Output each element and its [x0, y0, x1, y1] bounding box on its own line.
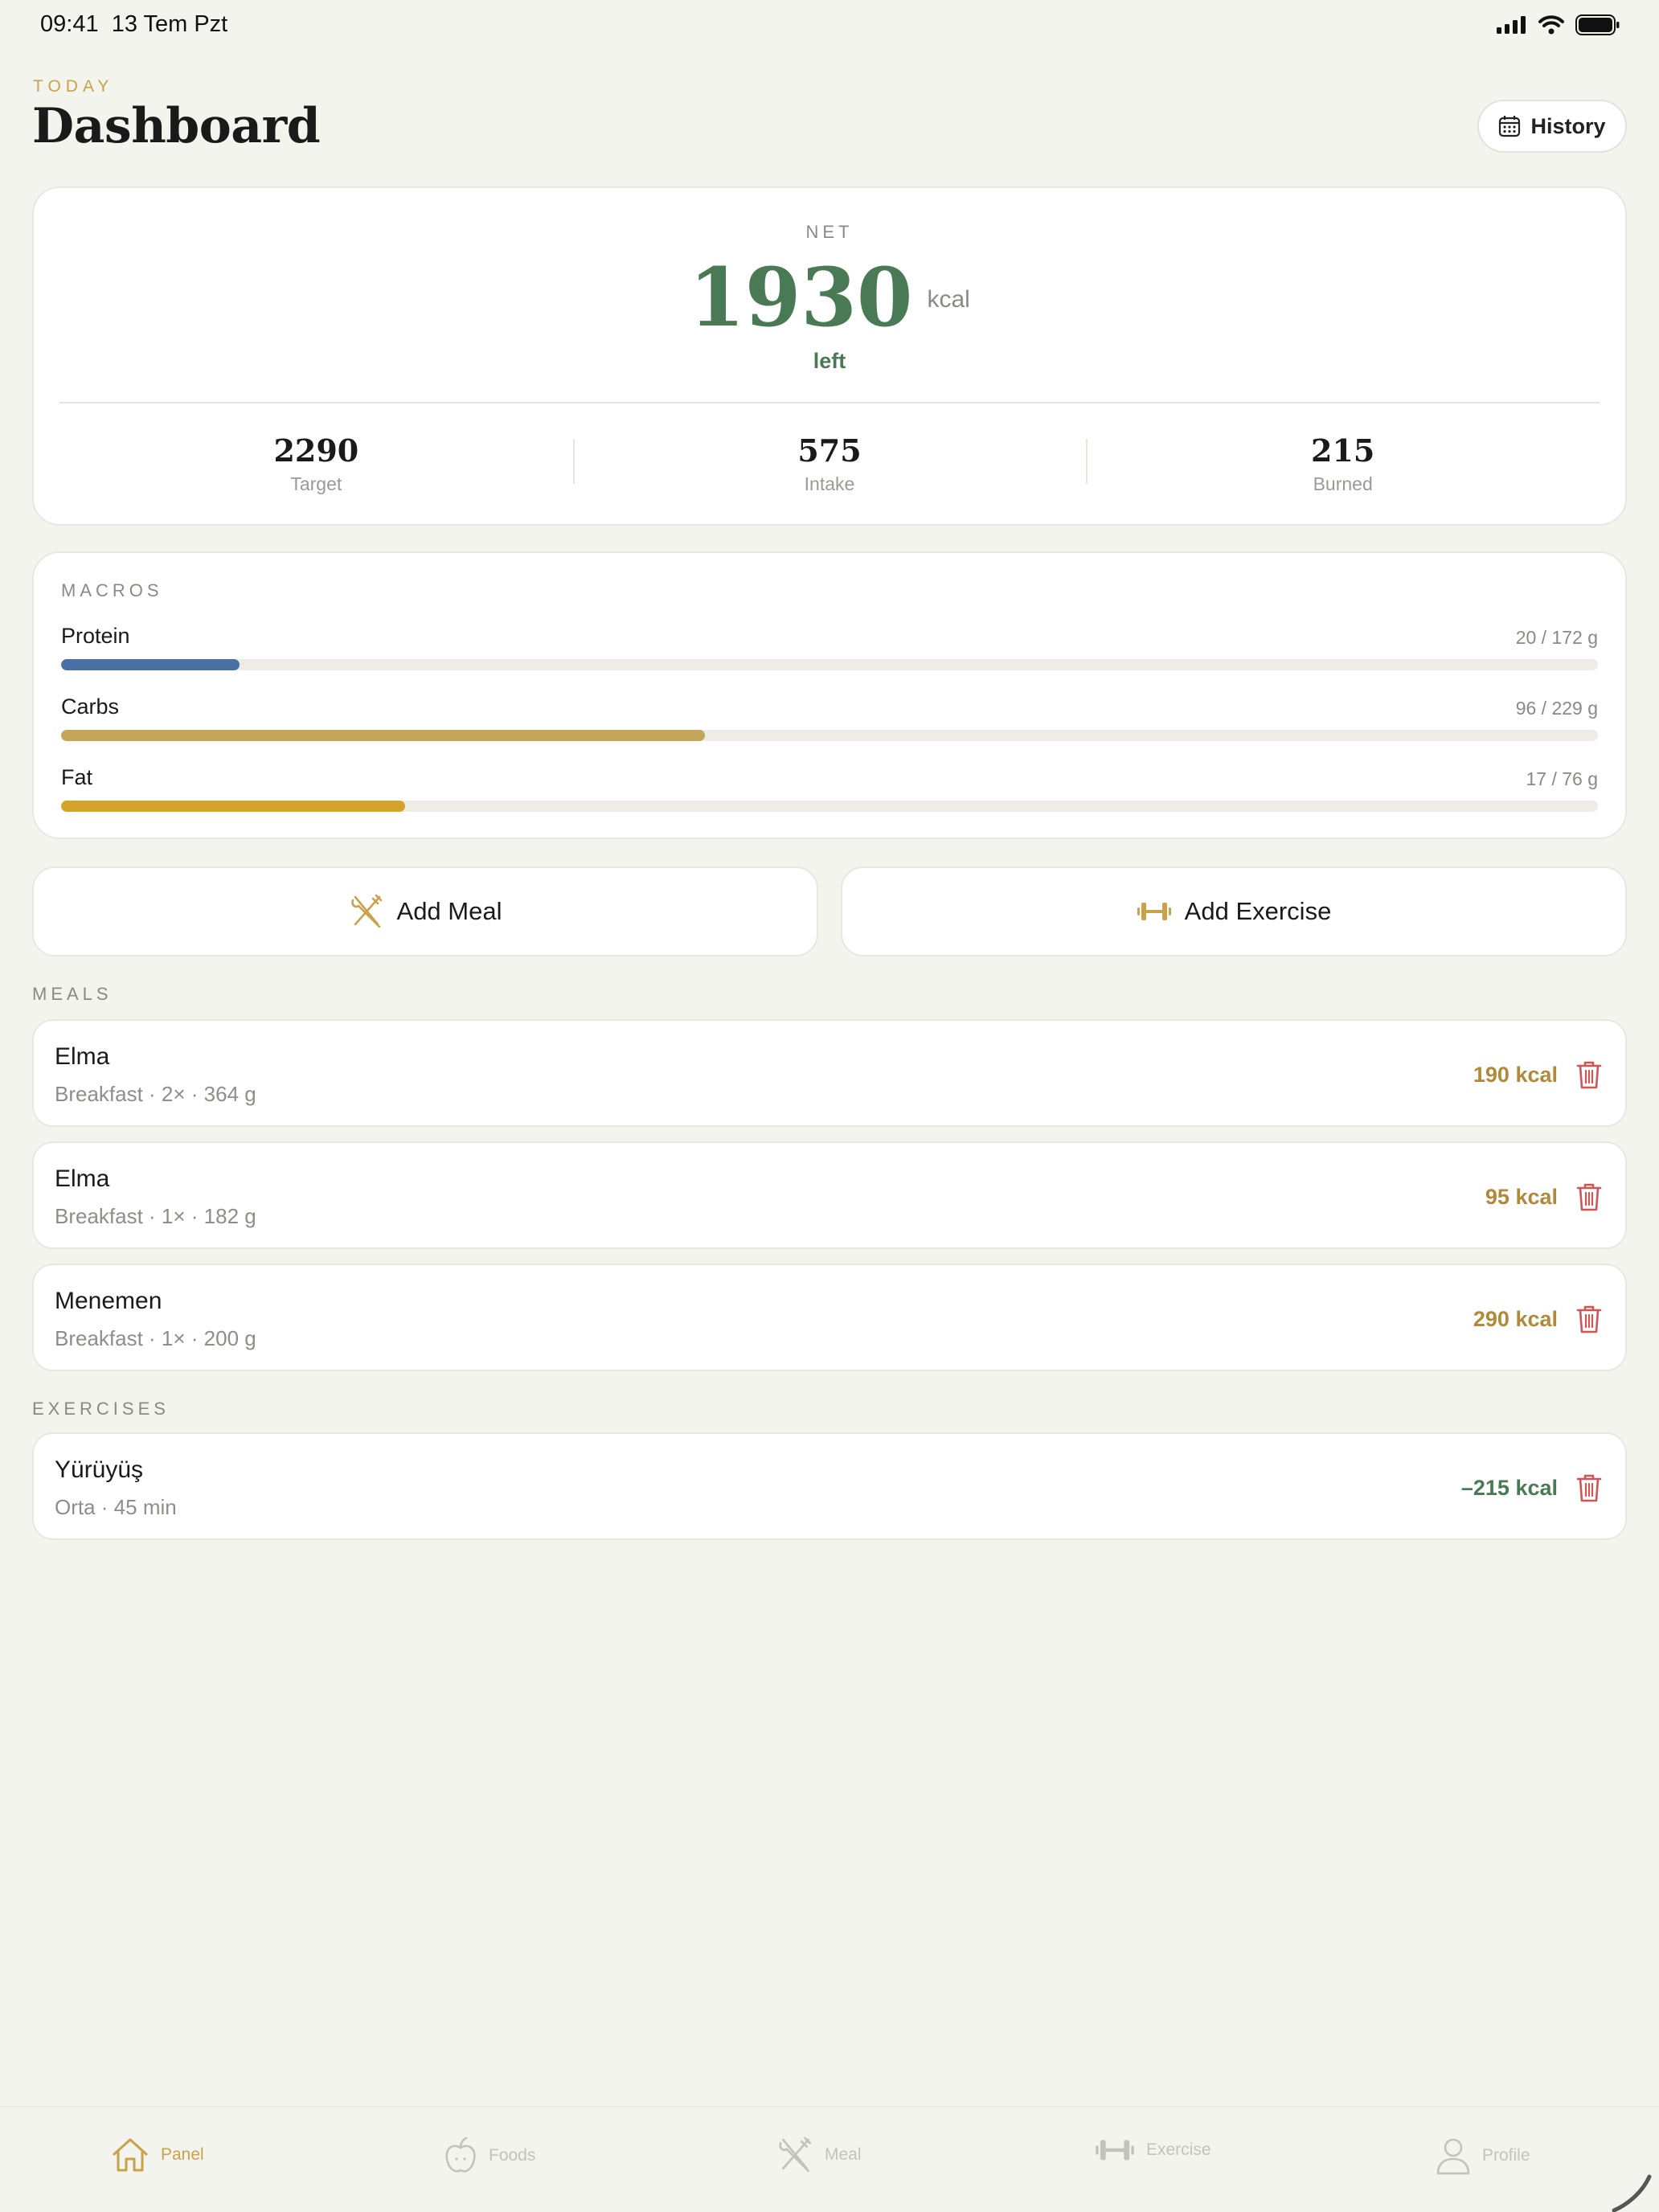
status-time: 09:41 13 Tem Pzt — [40, 11, 227, 38]
tab-bar: Panel Foods Meal Exercise Profile — [0, 2106, 1659, 2212]
history-label: History — [1530, 113, 1606, 138]
macro-value: 17 / 76 g — [1526, 768, 1598, 789]
macro-value: 20 / 172 g — [1515, 627, 1598, 648]
macro-fat: Fat 17 / 76 g — [61, 765, 1598, 821]
meal-name: Menemen — [55, 1288, 162, 1314]
stat-value: 575 — [797, 432, 862, 469]
stat-intake: 575 Intake — [572, 403, 1087, 524]
add-exercise-button[interactable]: Add Exercise — [841, 866, 1627, 956]
exercises-section-label: EXERCISES — [32, 1399, 170, 1419]
stats-row: 2290 Target 575 Intake 215 Burned — [59, 403, 1600, 524]
trash-icon[interactable] — [1575, 1182, 1603, 1212]
tab-label: Profile — [1482, 2146, 1530, 2165]
meal-detail: Breakfast · 2× · 364 g — [55, 1082, 256, 1106]
history-button[interactable]: History — [1477, 100, 1627, 153]
net-calories-card: NET 1930 kcal left 2290 Target 575 Intak… — [32, 186, 1627, 526]
page-eyebrow: TODAY — [33, 77, 114, 96]
tab-meal[interactable]: Meal — [776, 2136, 862, 2173]
add-meal-button[interactable]: Add Meal — [32, 866, 818, 956]
macro-name: Protein — [61, 624, 130, 648]
stat-label: Burned — [1313, 473, 1373, 494]
tab-label: Foods — [489, 2146, 536, 2165]
meal-kcal: 190 kcal — [1473, 1063, 1558, 1087]
add-exercise-label: Add Exercise — [1184, 897, 1332, 925]
tab-label: Meal — [825, 2145, 862, 2164]
dumbbell-icon — [1096, 2140, 1134, 2161]
exercise-kcal: –215 kcal — [1460, 1476, 1558, 1500]
macro-name: Fat — [61, 765, 93, 789]
meal-item[interactable]: Elma Breakfast · 2× · 364 g 190 kcal — [32, 1019, 1627, 1127]
stat-label: Target — [290, 473, 342, 494]
macros-card: MACROS Protein 20 / 172 g Carbs 96 / 229… — [32, 551, 1627, 839]
person-icon — [1436, 2138, 1470, 2175]
dumbbell-icon — [1137, 903, 1171, 920]
net-unit: kcal — [927, 286, 970, 313]
net-sublabel: left — [813, 349, 846, 373]
trash-icon[interactable] — [1575, 1059, 1603, 1090]
apple-icon — [445, 2136, 476, 2173]
tab-foods[interactable]: Foods — [444, 2136, 535, 2175]
trash-icon[interactable] — [1575, 1473, 1603, 1503]
add-meal-label: Add Meal — [396, 897, 502, 925]
tab-profile[interactable]: Profile — [1436, 2136, 1530, 2175]
tab-panel[interactable]: Panel — [111, 2136, 204, 2173]
meal-name: Elma — [55, 1043, 110, 1070]
macro-value: 96 / 229 g — [1515, 698, 1598, 719]
signal-icon — [1497, 16, 1526, 34]
home-icon — [113, 2138, 148, 2172]
macro-track — [61, 659, 1598, 670]
trash-icon[interactable] — [1575, 1304, 1603, 1334]
macro-track — [61, 730, 1598, 741]
stat-value: 215 — [1311, 432, 1375, 469]
stat-label: Intake — [804, 473, 855, 494]
utensils-icon — [779, 2136, 812, 2173]
meal-kcal: 95 kcal — [1485, 1185, 1558, 1209]
status-date: 13 Tem Pzt — [111, 11, 228, 37]
net-row: 1930 kcal — [34, 257, 1625, 338]
tab-label: Panel — [161, 2145, 204, 2164]
net-value: 1930 — [689, 250, 913, 345]
macros-label: MACROS — [61, 580, 163, 600]
meal-name: Elma — [55, 1165, 110, 1192]
exercise-item[interactable]: Yürüyüş Orta · 45 min –215 kcal — [32, 1432, 1627, 1540]
macro-fill — [61, 801, 406, 812]
tab-label: Exercise — [1146, 2140, 1211, 2159]
macro-carbs: Carbs 96 / 229 g — [61, 694, 1598, 751]
corner-indicator — [1612, 2174, 1652, 2212]
utensils-icon — [350, 894, 382, 928]
macro-fill — [61, 730, 706, 741]
net-label: NET — [805, 222, 854, 242]
meal-detail: Breakfast · 1× · 182 g — [55, 1204, 256, 1228]
battery-icon — [1575, 14, 1620, 35]
meal-item[interactable]: Elma Breakfast · 1× · 182 g 95 kcal — [32, 1141, 1627, 1249]
status-clock: 09:41 — [40, 11, 99, 37]
page-title: Dashboard — [32, 98, 321, 154]
macro-track — [61, 801, 1598, 812]
meals-section-label: MEALS — [32, 984, 113, 1004]
macro-protein: Protein 20 / 172 g — [61, 624, 1598, 680]
status-bar: 09:41 13 Tem Pzt — [0, 0, 1659, 51]
macro-name: Carbs — [61, 694, 120, 719]
macro-fill — [61, 659, 240, 670]
meal-kcal: 290 kcal — [1473, 1307, 1558, 1331]
calendar-icon — [1499, 116, 1521, 137]
tab-exercise[interactable]: Exercise — [1095, 2136, 1211, 2164]
exercise-name: Yürüyüş — [55, 1456, 144, 1483]
stat-value: 2290 — [273, 432, 359, 469]
stat-burned: 215 Burned — [1086, 403, 1600, 524]
exercise-detail: Orta · 45 min — [55, 1495, 177, 1519]
meal-detail: Breakfast · 1× · 200 g — [55, 1326, 256, 1350]
wifi-icon — [1538, 15, 1564, 35]
meal-item[interactable]: Menemen Breakfast · 1× · 200 g 290 kcal — [32, 1264, 1627, 1371]
status-icons — [1497, 14, 1620, 35]
stat-target: 2290 Target — [59, 403, 573, 524]
